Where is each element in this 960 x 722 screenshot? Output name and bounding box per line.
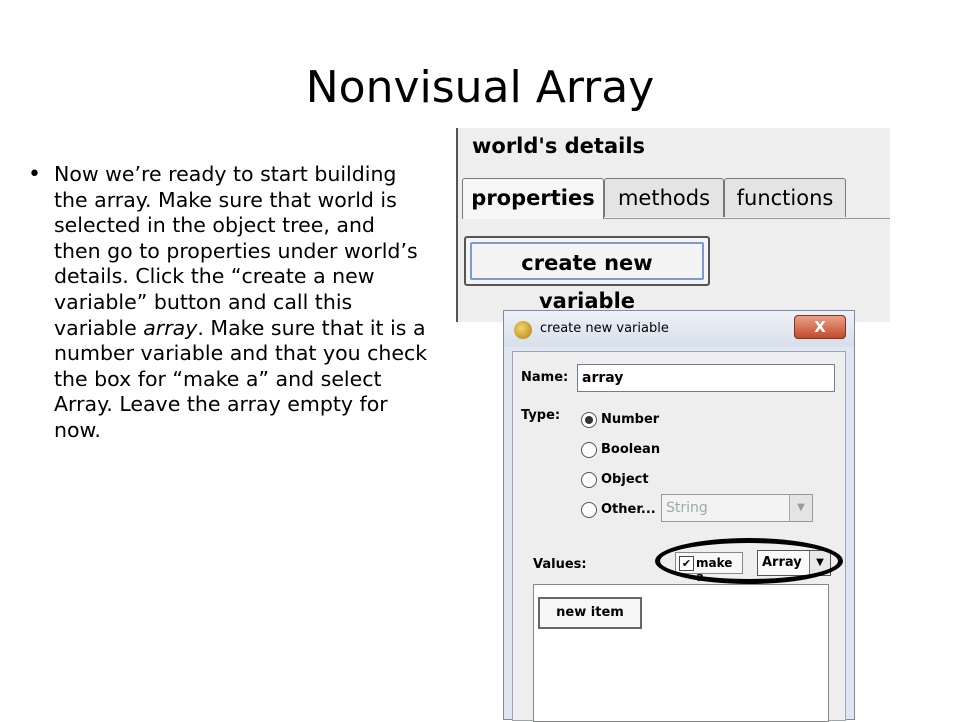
bullet-list: • Now we’re ready to start building the … bbox=[28, 162, 428, 444]
radio-object[interactable] bbox=[581, 472, 597, 488]
world-details-panel: world's details properties methods funct… bbox=[456, 128, 890, 322]
dialog-body: Name: Type: Number Boolean Object Other.… bbox=[512, 351, 846, 722]
dialog-title: create new variable bbox=[540, 321, 669, 336]
other-type-value: String bbox=[666, 500, 708, 516]
radio-label-other: Other... bbox=[601, 502, 656, 517]
highlight-ellipse bbox=[655, 538, 843, 584]
name-label: Name: bbox=[521, 370, 569, 385]
radio-boolean[interactable] bbox=[581, 442, 597, 458]
type-label: Type: bbox=[521, 408, 561, 423]
bullet-text: Now we’re ready to start building the ar… bbox=[54, 162, 428, 444]
create-variable-dialog: create new variable X Name: Type: Number… bbox=[503, 310, 855, 722]
other-type-select[interactable]: String ▼ bbox=[661, 494, 813, 522]
create-new-variable-button[interactable]: create new variable bbox=[464, 236, 710, 313]
radio-label-object: Object bbox=[601, 472, 649, 487]
array-items-list[interactable]: new item bbox=[533, 584, 829, 722]
dialog-titlebar[interactable]: create new variable X bbox=[504, 311, 854, 347]
tab-functions[interactable]: functions bbox=[724, 178, 846, 217]
radio-number[interactable] bbox=[581, 412, 597, 428]
bullet-dot: • bbox=[28, 162, 41, 187]
values-label: Values: bbox=[533, 557, 587, 572]
chevron-down-icon[interactable]: ▼ bbox=[789, 495, 812, 521]
name-input[interactable] bbox=[577, 364, 835, 392]
tab-properties[interactable]: properties bbox=[462, 178, 604, 219]
tab-bar: properties methods functions bbox=[462, 178, 890, 219]
radio-label-boolean: Boolean bbox=[601, 442, 661, 457]
new-item-button[interactable]: new item bbox=[538, 597, 642, 629]
slide-title: Nonvisual Array bbox=[305, 62, 655, 113]
create-new-variable-label: create new variable bbox=[470, 242, 704, 313]
details-title: world's details bbox=[472, 134, 646, 158]
close-icon[interactable]: X bbox=[794, 315, 846, 339]
radio-label-number: Number bbox=[601, 412, 660, 427]
bullet-text-italic: array bbox=[143, 315, 198, 340]
tab-methods[interactable]: methods bbox=[604, 178, 724, 217]
bullet-text-part1: Now we’re ready to start building the ar… bbox=[54, 162, 418, 340]
radio-other[interactable] bbox=[581, 502, 597, 518]
app-icon bbox=[514, 321, 532, 339]
